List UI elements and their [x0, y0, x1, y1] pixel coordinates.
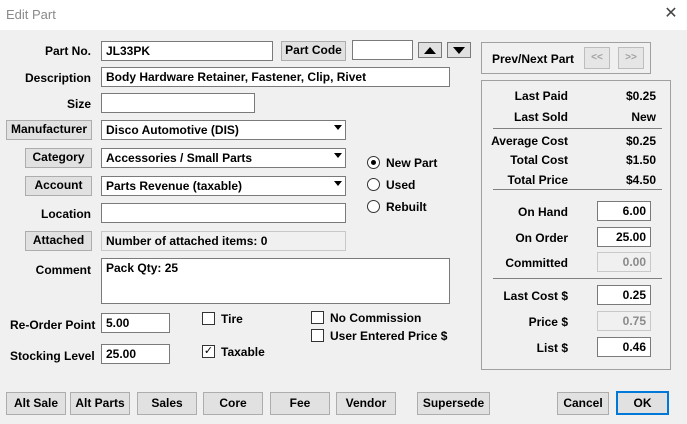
core-button[interactable]: Core [203, 392, 263, 415]
close-icon[interactable]: ✕ [662, 4, 680, 24]
total-price-value: $4.50 [625, 173, 656, 187]
attached-count: Number of attached items: 0 [101, 231, 346, 251]
part-code-button[interactable]: Part Code [281, 41, 346, 61]
tire-label: Tire [221, 312, 243, 326]
location-field[interactable] [101, 203, 346, 223]
on-hand-label: On Hand [518, 205, 568, 219]
title-bar: Edit Part ✕ [0, 0, 687, 30]
last-cost-field[interactable]: 0.25 [597, 285, 651, 305]
move-up-button[interactable] [418, 42, 442, 58]
new-part-radio[interactable] [367, 156, 380, 169]
category-button[interactable]: Category [25, 148, 92, 168]
move-down-button[interactable] [447, 42, 471, 58]
committed-label: Committed [505, 256, 568, 270]
attached-button[interactable]: Attached [25, 231, 92, 251]
stats-divider [493, 128, 662, 129]
stocking-level-field[interactable]: 25.00 [101, 344, 170, 364]
stocking-level-label: Stocking Level [10, 349, 95, 363]
location-label: Location [41, 207, 91, 221]
reorder-point-label: Re-Order Point [10, 318, 96, 332]
last-sold-value: New [631, 110, 656, 124]
price-label: Price $ [528, 315, 568, 329]
no-commission-label: No Commission [330, 311, 422, 325]
part-no-label: Part No. [44, 44, 91, 58]
last-paid-value: $0.25 [625, 89, 656, 103]
supersede-button[interactable]: Supersede [417, 392, 490, 415]
total-price-label: Total Price [507, 173, 568, 187]
list-price-field[interactable]: 0.46 [597, 337, 651, 357]
price-field: 0.75 [597, 311, 651, 331]
on-order-label: On Order [515, 231, 568, 245]
taxable-checkbox[interactable]: ✓ [202, 345, 215, 358]
part-code-field[interactable] [352, 40, 413, 60]
description-label: Description [24, 71, 91, 85]
new-part-label: New Part [386, 156, 438, 170]
comment-field[interactable]: Pack Qty: 25 [101, 258, 450, 304]
average-cost-label: Average Cost [491, 134, 568, 148]
chevron-down-icon [334, 181, 342, 186]
used-radio[interactable] [367, 178, 380, 191]
window-title: Edit Part [6, 7, 56, 22]
alt-parts-button[interactable]: Alt Parts [70, 392, 130, 415]
cancel-button[interactable]: Cancel [557, 392, 609, 415]
description-field[interactable]: Body Hardware Retainer, Fastener, Clip, … [101, 67, 450, 87]
on-hand-field[interactable]: 6.00 [597, 201, 651, 221]
vendor-button[interactable]: Vendor [336, 392, 396, 415]
part-no-field[interactable]: JL33PK [101, 41, 273, 61]
account-select[interactable]: Parts Revenue (taxable) [101, 176, 346, 196]
last-sold-label: Last Sold [513, 110, 568, 124]
account-button[interactable]: Account [25, 176, 92, 196]
account-value: Parts Revenue (taxable) [106, 179, 243, 193]
fee-button[interactable]: Fee [270, 392, 330, 415]
last-cost-label: Last Cost $ [503, 289, 568, 303]
size-field[interactable] [101, 93, 255, 113]
total-cost-label: Total Cost [510, 153, 568, 167]
last-paid-label: Last Paid [514, 89, 568, 103]
chevron-down-icon [334, 153, 342, 158]
user-entered-price-label: User Entered Price $ [330, 329, 448, 343]
tire-checkbox[interactable] [202, 312, 215, 325]
average-cost-value: $0.25 [625, 134, 656, 148]
ok-button[interactable]: OK [616, 391, 669, 415]
arrow-up-icon [424, 47, 436, 54]
alt-sale-button[interactable]: Alt Sale [6, 392, 66, 415]
committed-field: 0.00 [597, 252, 651, 272]
stats-divider [493, 278, 662, 279]
used-label: Used [386, 178, 416, 192]
manufacturer-select[interactable]: Disco Automotive (DIS) [101, 120, 346, 140]
rebuilt-radio[interactable] [367, 200, 380, 213]
sales-button[interactable]: Sales [137, 392, 197, 415]
reorder-point-field[interactable]: 5.00 [101, 313, 170, 333]
comment-label: Comment [35, 263, 91, 277]
list-price-label: List $ [536, 341, 568, 355]
size-label: Size [66, 97, 91, 111]
prev-next-label: Prev/Next Part [492, 52, 575, 66]
stats-divider [493, 189, 662, 190]
no-commission-checkbox[interactable] [311, 311, 324, 324]
prev-part-button[interactable]: << [584, 47, 610, 69]
rebuilt-label: Rebuilt [386, 200, 427, 214]
manufacturer-button[interactable]: Manufacturer [6, 120, 92, 140]
total-cost-value: $1.50 [625, 153, 656, 167]
chevron-down-icon [334, 125, 342, 130]
manufacturer-value: Disco Automotive (DIS) [106, 123, 239, 137]
on-order-field[interactable]: 25.00 [597, 227, 651, 247]
category-value: Accessories / Small Parts [106, 151, 253, 165]
category-select[interactable]: Accessories / Small Parts [101, 148, 346, 168]
arrow-down-icon [453, 47, 465, 54]
user-entered-price-checkbox[interactable] [311, 329, 324, 342]
taxable-label: Taxable [221, 345, 265, 359]
next-part-button[interactable]: >> [618, 47, 644, 69]
